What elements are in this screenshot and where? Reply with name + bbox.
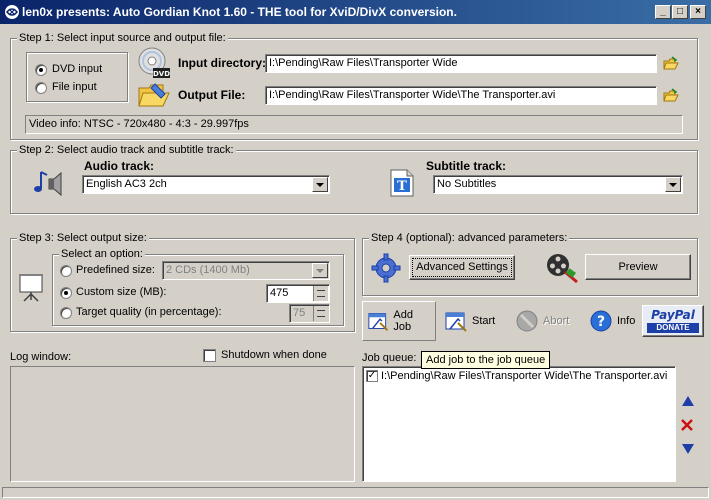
input-directory-label: Input directory: — [178, 56, 267, 70]
window-title: len0x presents: Auto Gordian Knot 1.60 -… — [22, 5, 457, 19]
preview-button[interactable]: Preview — [585, 254, 691, 280]
browse-output-folder-icon[interactable] — [663, 88, 679, 104]
output-file-field[interactable]: I:\Pending\Raw Files\Transporter Wide\Th… — [265, 86, 657, 105]
gordian-knot-icon — [5, 5, 19, 19]
file-input-label[interactable]: File input — [52, 81, 97, 93]
list-item[interactable]: ✓ I:\Pending\Raw Files\Transporter Wide\… — [366, 370, 667, 382]
job-queue-label: Job queue: — [362, 352, 417, 364]
minimize-button[interactable]: _ — [655, 5, 671, 19]
custom-size-radio[interactable] — [60, 287, 72, 299]
target-quality-label[interactable]: Target quality (in percentage): — [76, 306, 222, 318]
log-window-label: Log window: — [10, 351, 72, 363]
step1-legend: Step 1: Select input source and output f… — [17, 32, 228, 44]
custom-size-label[interactable]: Custom size (MB): — [76, 286, 166, 298]
predefined-size-select[interactable]: 2 CDs (1400 Mb) — [162, 261, 330, 280]
presentation-board-icon — [19, 274, 43, 302]
chevron-down-icon[interactable] — [312, 177, 328, 192]
maximize-button[interactable]: □ — [672, 5, 688, 19]
add-job-button[interactable]: Add Job — [362, 301, 436, 341]
abort-icon — [516, 310, 538, 332]
predefined-size-value: 2 CDs (1400 Mb) — [166, 264, 250, 276]
step4-legend: Step 4 (optional): advanced parameters: — [369, 232, 570, 244]
output-file-label: Output File: — [178, 88, 246, 102]
subtitle-t-icon: T — [390, 169, 414, 197]
dvd-badge: DVD — [153, 70, 170, 78]
audio-track-select[interactable]: English AC3 2ch — [82, 175, 330, 194]
log-window[interactable] — [10, 366, 355, 482]
browse-folder-icon[interactable] — [663, 56, 679, 72]
status-bar — [2, 487, 709, 498]
target-quality-stepper[interactable]: 75 — [289, 304, 330, 323]
svg-text:?: ? — [597, 314, 605, 330]
title-bar[interactable]: len0x presents: Auto Gordian Knot 1.60 -… — [0, 0, 711, 24]
abort-button[interactable]: Abort — [511, 301, 579, 341]
paypal-logo-text: PayPal — [651, 308, 695, 322]
dvd-input-radio[interactable] — [35, 64, 47, 76]
spin-arrows-icon[interactable] — [313, 306, 328, 321]
move-down-icon[interactable] — [681, 443, 695, 455]
add-job-tooltip: Add job to the job queue — [421, 351, 551, 369]
add-job-label: Add Job — [393, 309, 413, 333]
job-checkbox[interactable]: ✓ — [366, 370, 378, 382]
svg-text:T: T — [397, 179, 407, 194]
predefined-size-label[interactable]: Predefined size: — [76, 264, 155, 276]
shutdown-label[interactable]: Shutdown when done — [221, 349, 327, 361]
predefined-size-radio[interactable] — [60, 265, 72, 277]
close-button[interactable]: × — [690, 5, 706, 19]
job-path: I:\Pending\Raw Files\Transporter Wide\Th… — [381, 370, 668, 382]
step3-legend: Step 3: Select output size: — [17, 232, 149, 244]
step2-legend: Step 2: Select audio track and subtitle … — [17, 144, 236, 156]
video-info-text: Video info: NTSC - 720x480 - 4:3 - 29.99… — [29, 118, 249, 130]
main-window: len0x presents: Auto Gordian Knot 1.60 -… — [0, 0, 711, 500]
folder-icon — [138, 83, 170, 107]
move-up-icon[interactable] — [681, 395, 695, 407]
start-label: Start — [472, 315, 496, 327]
film-reel-icon — [547, 254, 578, 284]
subtitle-track-value: No Subtitles — [437, 178, 497, 190]
abort-label: Abort — [543, 315, 570, 327]
custom-size-stepper[interactable]: 475 — [266, 284, 330, 303]
dvd-disc-icon: DVD — [138, 47, 170, 78]
target-quality-value: 75 — [293, 307, 306, 319]
spin-arrows-icon[interactable] — [313, 286, 328, 301]
subtitle-track-select[interactable]: No Subtitles — [433, 175, 683, 194]
audio-track-value: English AC3 2ch — [86, 178, 167, 190]
music-note-speaker-icon — [34, 171, 62, 197]
input-source-box — [26, 52, 128, 102]
remove-job-icon[interactable] — [680, 418, 694, 432]
advanced-settings-button[interactable]: Advanced Settings — [409, 255, 515, 280]
video-info-panel: Video info: NTSC - 720x480 - 4:3 - 29.99… — [25, 115, 683, 134]
add-job-icon — [368, 313, 389, 331]
gear-icon — [371, 253, 401, 283]
shutdown-checkbox[interactable] — [203, 349, 216, 362]
paypal-donate-text: DONATE — [647, 323, 699, 333]
subtitle-track-label: Subtitle track: — [426, 159, 507, 173]
info-button[interactable]: ? Info — [585, 301, 641, 341]
start-icon — [445, 312, 467, 332]
paypal-donate-button[interactable]: PayPal DONATE — [642, 305, 704, 337]
dvd-input-label[interactable]: DVD input — [52, 63, 102, 75]
start-button[interactable]: Start — [440, 301, 506, 341]
custom-size-value: 475 — [270, 287, 289, 299]
help-icon: ? — [590, 310, 612, 332]
file-input-radio[interactable] — [35, 82, 47, 94]
input-directory-field[interactable]: I:\Pending\Raw Files\Transporter Wide — [265, 54, 657, 73]
chevron-down-icon[interactable] — [312, 263, 328, 278]
size-options-legend: Select an option: — [59, 248, 145, 260]
job-queue-list[interactable]: ✓ I:\Pending\Raw Files\Transporter Wide\… — [362, 366, 676, 482]
audio-track-label: Audio track: — [84, 159, 155, 173]
chevron-down-icon[interactable] — [665, 177, 681, 192]
info-label: Info — [617, 315, 636, 327]
target-quality-radio[interactable] — [60, 307, 72, 319]
